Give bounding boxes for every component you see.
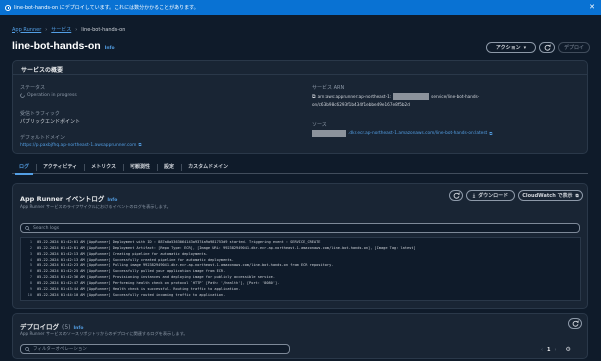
- event-log-header: App Runner イベントログ Info: [20, 193, 117, 203]
- redacted-registry-id: [312, 130, 346, 137]
- source-link[interactable]: .dkr.ecr.ap-northeast-1.amazonaws.com/li…: [348, 131, 487, 136]
- breadcrumb-current: line-bot-hands-on: [81, 26, 126, 33]
- chevron-right-icon: ›: [45, 26, 48, 33]
- arn-label: サービス ARN: [312, 85, 345, 91]
- banner-text: line-bot-hands-on にデプロイしています。これには数分かかること…: [14, 5, 199, 11]
- current-page[interactable]: 1: [547, 347, 550, 353]
- search-icon: [25, 225, 30, 231]
- search-logs-input[interactable]: Search logs: [20, 223, 580, 233]
- filter-operations-placeholder: フィルターオペレーション: [33, 347, 87, 352]
- event-log-description: App Runner サービスのライフサイクルにおけるイベントのログを表示します…: [20, 204, 171, 209]
- deploy-log-count: (5): [62, 324, 71, 331]
- info-icon: [5, 4, 11, 11]
- actions-button[interactable]: アクション ▾: [486, 42, 536, 53]
- deploy-notification-banner: line-bot-hands-on にデプロイしています。これには数分かかること…: [0, 0, 601, 15]
- event-log-info-link[interactable]: Info: [107, 198, 117, 203]
- tab-configuration[interactable]: 設定: [157, 162, 181, 174]
- external-link-icon: ⧉: [575, 193, 579, 199]
- breadcrumb-services[interactable]: サービス: [51, 26, 71, 33]
- refresh-icon: [453, 192, 460, 199]
- refresh-icon: [572, 320, 579, 327]
- arn-suffix: service/line-bot-hands-: [431, 94, 480, 99]
- tab-custom-domains[interactable]: カスタムドメイン: [181, 162, 235, 174]
- pagination: ‹ 1 › ⚙: [541, 346, 571, 353]
- breadcrumb: App Runner › サービス › line-bot-hands-on: [12, 26, 126, 34]
- actions-label: アクション: [495, 45, 521, 51]
- status-label: ステータス: [20, 85, 46, 91]
- status-value: Operation in progress: [20, 93, 77, 98]
- page-title: line-bot-hands-on: [12, 40, 101, 52]
- tab-metrics[interactable]: メトリクス: [84, 162, 123, 174]
- settings-icon[interactable]: ⚙: [565, 346, 570, 353]
- event-log-refresh-button[interactable]: [449, 190, 463, 201]
- download-label: ダウンロード: [478, 193, 509, 199]
- search-icon: [25, 346, 30, 352]
- log-line: 10 05-22-2024 01:44:10 AM [AppRunner] Suc…: [27, 292, 226, 297]
- external-link-icon: ⧉: [138, 143, 142, 148]
- prev-page-icon[interactable]: ‹: [541, 347, 543, 353]
- source-value[interactable]: .dkr.ecr.ap-northeast-1.amazonaws.com/li…: [312, 130, 492, 137]
- overview-header: サービスの概要: [13, 61, 587, 75]
- deploy-log-title: デプロイログ: [20, 323, 59, 331]
- source-label: ソース: [312, 122, 327, 128]
- search-logs-placeholder: Search logs: [33, 225, 60, 231]
- filter-operations-input[interactable]: フィルターオペレーション: [20, 344, 290, 354]
- download-button[interactable]: ⤓ ダウンロード: [466, 190, 515, 201]
- default-domain-label: デフォルトドメイン: [20, 135, 66, 141]
- title-info-link[interactable]: Info: [105, 46, 115, 51]
- refresh-icon: [544, 44, 551, 51]
- event-log-output: 1 05-22-2024 01:42:01 AM [AppRunner] Depl…: [20, 237, 581, 301]
- redacted-account-id: [393, 93, 430, 100]
- tab-observability[interactable]: 可観測性: [123, 162, 157, 174]
- deploy-label: デプロイ: [563, 45, 584, 51]
- default-domain[interactable]: https://p.paxbjfhq.ap-northeast-1.awsapp…: [20, 142, 142, 149]
- refresh-button[interactable]: [539, 42, 555, 53]
- deploy-log-description: App Runner サービスのソースリポジトリからのデプロイに関連するログを表…: [20, 331, 188, 336]
- spinner-icon: [20, 93, 25, 98]
- deploy-log-header: デプロイログ (5) Info: [20, 321, 83, 331]
- arn-suffix-line2: on/c63b98c6293f1b434f1ebbe49e167e8f5b2d: [312, 102, 410, 107]
- next-page-icon[interactable]: ›: [554, 347, 556, 353]
- deploy-button[interactable]: デプロイ: [558, 42, 590, 53]
- overview-title: サービスの概要: [21, 67, 64, 74]
- copy-icon[interactable]: ⧉: [312, 94, 316, 100]
- service-tabs: ログ アクティビティ メトリクス 可観測性 設定 カスタムドメイン: [12, 162, 588, 175]
- external-link-icon: ⧉: [489, 131, 493, 137]
- deploy-log-refresh-button[interactable]: [568, 318, 582, 329]
- default-domain-link[interactable]: https://p.paxbjfhq.ap-northeast-1.awsapp…: [20, 143, 136, 148]
- breadcrumb-app-runner[interactable]: App Runner: [12, 27, 41, 33]
- tab-activity[interactable]: アクティビティ: [36, 162, 84, 174]
- close-icon[interactable]: ✕: [589, 3, 595, 11]
- service-overview-panel: サービスの概要 ステータス Operation in progress 受信トラ…: [12, 60, 588, 154]
- chevron-right-icon: ›: [75, 26, 78, 33]
- page-header: line-bot-hands-on Info: [12, 40, 115, 52]
- download-icon: ⤓: [472, 192, 476, 199]
- caret-down-icon: ▾: [523, 44, 527, 51]
- traffic-value: パブリックエンドポイント: [20, 119, 81, 125]
- cloudwatch-label: CloudWatch で表示: [522, 193, 573, 199]
- tab-logs[interactable]: ログ: [12, 162, 36, 175]
- event-log-title: App Runner イベントログ: [20, 195, 105, 203]
- arn-value: ⧉ arn:aws:apprunner:ap-northeast-1: serv…: [312, 93, 480, 100]
- view-in-cloudwatch-button[interactable]: CloudWatch で表示 ⧉: [518, 190, 583, 201]
- traffic-label: 受信トラフィック: [20, 111, 60, 117]
